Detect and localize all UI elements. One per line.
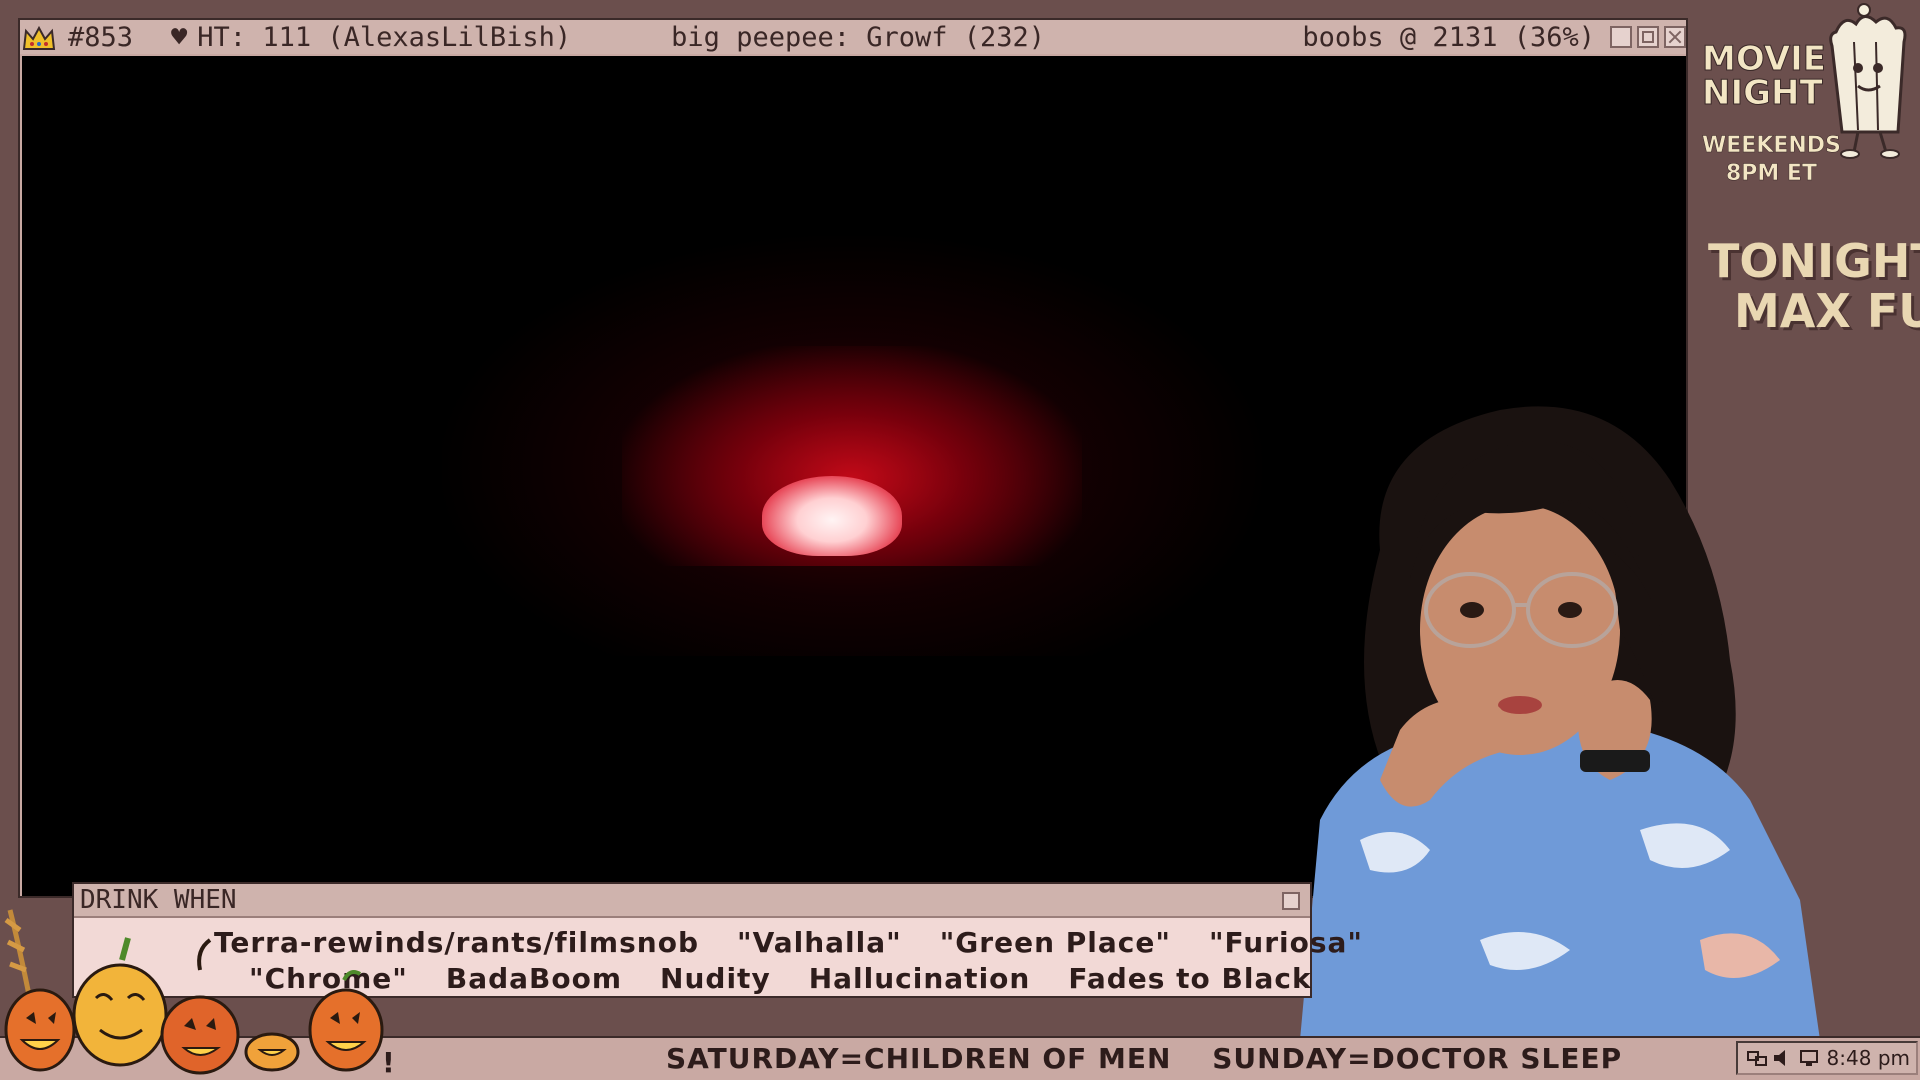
movie-night-schedule: WEEKENDS 8PM ET xyxy=(1702,132,1841,188)
bright-light-core xyxy=(762,476,902,556)
network-icon[interactable] xyxy=(1746,1048,1768,1068)
drink-rule: Nudity xyxy=(660,962,771,995)
drink-rules-row-2: "Chrome" BadaBoom Nudity Hallucination F… xyxy=(249,962,1350,995)
tonight-movie: MAX FUR xyxy=(1734,284,1920,338)
schedule-ticker: SATURDAY=CHILDREN OF MEN SUNDAY=DOCTOR S… xyxy=(666,1042,1652,1075)
maximize-button[interactable] xyxy=(1637,26,1659,48)
hype-train-label: HT: 111 (AlexasLilBish) xyxy=(197,21,572,53)
drink-rule: Fades to Black xyxy=(1068,962,1312,995)
window-titlebar[interactable]: #853 ♥ HT: 111 (AlexasLilBish) big peepe… xyxy=(20,20,1686,54)
drink-panel-minimize-button[interactable] xyxy=(1282,892,1300,910)
ticker-leading: ! xyxy=(382,1046,395,1079)
ticker-saturday: SATURDAY=CHILDREN OF MEN xyxy=(666,1042,1172,1075)
tonight-label: TONIGHT: xyxy=(1708,234,1920,288)
movie-night-line2: NIGHT xyxy=(1701,73,1823,113)
movie-night-badge: MOVIE NIGHT WEEKENDS 8PM ET xyxy=(1701,3,1912,202)
popcorn-mascot-icon xyxy=(1829,3,1907,159)
minimize-button[interactable] xyxy=(1610,26,1632,48)
drink-rule: "Valhalla" xyxy=(736,926,902,959)
volume-icon[interactable] xyxy=(1772,1048,1794,1068)
drink-rule: "Green Place" xyxy=(939,926,1171,959)
rank-label: #853 xyxy=(68,21,134,53)
drink-rule: BadaBoom xyxy=(445,962,623,995)
movie-night-line1: MOVIE xyxy=(1701,39,1827,79)
close-button[interactable] xyxy=(1664,26,1686,48)
time-label: 8PM ET xyxy=(1725,161,1818,187)
drink-rule: "Furiosa" xyxy=(1208,926,1363,959)
heart-icon: ♥ xyxy=(171,21,188,53)
clock[interactable]: 8:48 pm xyxy=(1827,1046,1910,1070)
tonight-announcement: TONIGHT: MAX FUR xyxy=(1708,236,1920,336)
movie-night-title: MOVIE NIGHT xyxy=(1701,39,1827,113)
weekends-label: WEEKENDS xyxy=(1702,133,1841,159)
monitor-icon[interactable] xyxy=(1798,1048,1820,1068)
top-cheer-label: big peepee: Growf (232) xyxy=(671,21,1046,53)
drink-rule: Hallucination xyxy=(808,962,1031,995)
system-tray: 8:48 pm xyxy=(1736,1041,1918,1075)
crown-icon xyxy=(22,25,56,50)
goal-label: boobs @ 2131 (36%) xyxy=(1302,21,1595,53)
ticker-sunday: SUNDAY=DOCTOR SLEEP xyxy=(1212,1042,1623,1075)
pumpkins-decoration-icon: ! xyxy=(4,909,395,1079)
